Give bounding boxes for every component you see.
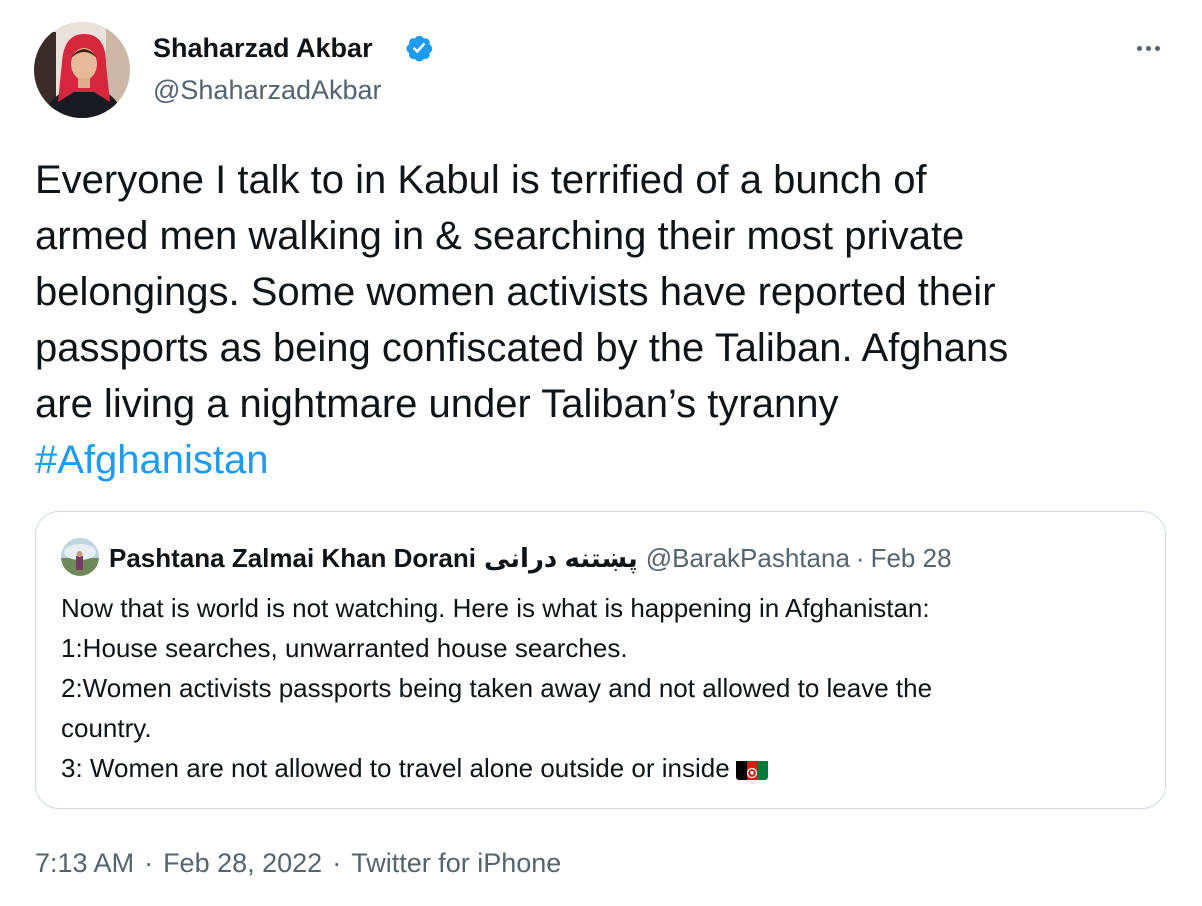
tweet-time[interactable]: 7:13 AM (35, 848, 134, 878)
quoted-author-name[interactable]: Pashtana Zalmai Khan Dorani (109, 543, 476, 574)
tweet-meta: 7:13 AM · Feb 28, 2022 · Twitter for iPhone (35, 845, 561, 881)
more-options-icon[interactable] (1128, 34, 1168, 62)
hashtag-link[interactable]: #Afghanistan (35, 438, 269, 482)
tweet-line: belongings. Some women activists have re… (35, 270, 996, 314)
quoted-line: 3: Women are not allowed to travel alone… (61, 753, 730, 783)
tweet-line: passports as being confiscated by the Ta… (35, 326, 1009, 370)
quoted-line: 1:House searches, unwarranted house sear… (61, 633, 628, 663)
separator: · (855, 542, 865, 573)
quoted-tweet[interactable]: Pashtana Zalmai Khan Dorani پښتنه درانی … (35, 511, 1166, 809)
quoted-line: country. (61, 713, 152, 743)
quoted-line: 2:Women activists passports being taken … (61, 673, 933, 703)
separator: · (332, 848, 342, 878)
tweet-line: are living a nightmare under Taliban’s t… (35, 382, 839, 426)
quoted-author-avatar (61, 538, 99, 576)
tweet-text: Everyone I talk to in Kabul is terrified… (35, 152, 1185, 488)
quoted-text: Now that is world is not watching. Here … (61, 588, 1151, 788)
separator: · (144, 848, 154, 878)
tweet-line: armed men walking in & searching their m… (35, 214, 965, 258)
tweet-line: Everyone I talk to in Kabul is terrified… (35, 158, 927, 202)
quoted-author-handle[interactable]: @BarakPashtana (646, 543, 850, 574)
author-handle[interactable]: @ShaharzadAkbar (153, 72, 382, 108)
author-name[interactable]: Shaharzad Akbar (153, 30, 373, 66)
quoted-date[interactable]: Feb 28 (871, 543, 952, 574)
author-avatar[interactable] (34, 22, 130, 118)
quoted-author-name-rtl[interactable]: پښتنه درانی (484, 543, 638, 574)
tweet-source[interactable]: Twitter for iPhone (351, 848, 561, 878)
verified-badge-icon (404, 33, 434, 63)
tweet-date[interactable]: Feb 28, 2022 (163, 848, 322, 878)
tweet: Shaharzad Akbar @ShaharzadAkbar Everyone… (0, 0, 1202, 906)
quoted-line: Now that is world is not watching. Here … (61, 593, 930, 623)
afghanistan-flag-icon (735, 756, 768, 780)
quoted-header: Pashtana Zalmai Khan Dorani پښتنه درانی … (109, 540, 952, 576)
